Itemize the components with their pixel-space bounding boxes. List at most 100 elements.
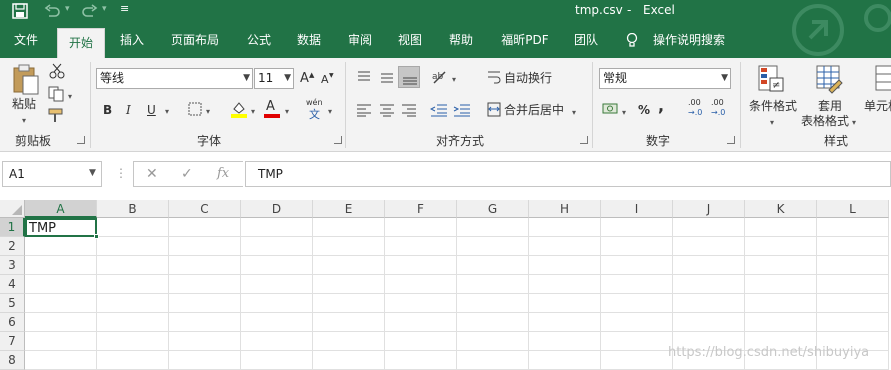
- insert-function-icon[interactable]: fx: [217, 166, 229, 181]
- cell-h5[interactable]: [529, 294, 601, 313]
- cell-g5[interactable]: [457, 294, 529, 313]
- cell-j4[interactable]: [673, 275, 745, 294]
- underline-dropdown-icon[interactable]: ▾: [165, 104, 169, 120]
- tab-help[interactable]: 帮助: [442, 22, 480, 58]
- cell-l5[interactable]: [817, 294, 889, 313]
- cell-styles-button[interactable]: 单元格: [864, 98, 891, 114]
- cell-c1[interactable]: [169, 218, 241, 237]
- font-color-button[interactable]: A: [266, 99, 275, 115]
- tab-team[interactable]: 团队: [567, 22, 605, 58]
- cell-c3[interactable]: [169, 256, 241, 275]
- tab-view[interactable]: 视图: [391, 22, 429, 58]
- save-icon[interactable]: [12, 3, 28, 19]
- cell-a4[interactable]: [25, 275, 97, 294]
- cell-d1[interactable]: [241, 218, 313, 237]
- tab-review[interactable]: 审阅: [341, 22, 379, 58]
- decrease-decimal-button[interactable]: .00 →.0: [711, 98, 731, 120]
- font-name-select[interactable]: 等线 ▼: [96, 68, 253, 89]
- customize-qat-icon[interactable]: ≡: [120, 2, 129, 15]
- cell-f5[interactable]: [385, 294, 457, 313]
- cell-c6[interactable]: [169, 313, 241, 332]
- currency-icon[interactable]: [602, 101, 620, 117]
- cell-a1[interactable]: TMP: [25, 218, 97, 237]
- cell-f4[interactable]: [385, 275, 457, 294]
- cell-c5[interactable]: [169, 294, 241, 313]
- cell-k5[interactable]: [745, 294, 817, 313]
- cell-l1[interactable]: [817, 218, 889, 237]
- align-center-icon[interactable]: [379, 103, 395, 117]
- chevron-down-icon[interactable]: ▼: [89, 168, 96, 178]
- cell-i3[interactable]: [601, 256, 673, 275]
- cell-e1[interactable]: [313, 218, 385, 237]
- cell-a5[interactable]: [25, 294, 97, 313]
- cell-f6[interactable]: [385, 313, 457, 332]
- enter-icon[interactable]: ✓: [181, 166, 193, 182]
- cell-e2[interactable]: [313, 237, 385, 256]
- cell-d5[interactable]: [241, 294, 313, 313]
- wrap-text-button[interactable]: 自动换行: [504, 70, 552, 86]
- format-as-table-dropdown-icon[interactable]: ▾: [852, 115, 856, 131]
- cell-h2[interactable]: [529, 237, 601, 256]
- wrap-text-icon[interactable]: [487, 69, 501, 85]
- currency-dropdown-icon[interactable]: ▾: [622, 105, 626, 121]
- number-format-select[interactable]: 常规 ▼: [599, 68, 731, 89]
- italic-button[interactable]: I: [126, 102, 131, 118]
- cell-h7[interactable]: [529, 332, 601, 351]
- conditional-formatting-button[interactable]: 条件格式: [749, 98, 797, 114]
- cell-f7[interactable]: [385, 332, 457, 351]
- underline-button[interactable]: U: [147, 102, 156, 118]
- align-middle-icon[interactable]: [379, 70, 395, 84]
- align-right-icon[interactable]: [401, 103, 417, 117]
- cell-f1[interactable]: [385, 218, 457, 237]
- phonetic-button[interactable]: 文: [309, 107, 320, 123]
- cell-i2[interactable]: [601, 237, 673, 256]
- cell-h6[interactable]: [529, 313, 601, 332]
- fill-color-icon[interactable]: [230, 100, 248, 118]
- comma-button[interactable]: ,: [658, 98, 664, 114]
- merge-center-button[interactable]: 合并后居中: [504, 102, 564, 118]
- cell-i4[interactable]: [601, 275, 673, 294]
- border-icon[interactable]: [188, 102, 202, 116]
- cell-i7[interactable]: [601, 332, 673, 351]
- cut-icon[interactable]: [48, 63, 66, 79]
- cell-j5[interactable]: [673, 294, 745, 313]
- cell-k4[interactable]: [745, 275, 817, 294]
- percent-button[interactable]: %: [638, 102, 650, 118]
- cell-c2[interactable]: [169, 237, 241, 256]
- number-launcher-icon[interactable]: [727, 136, 735, 144]
- cell-d8[interactable]: [241, 351, 313, 370]
- cell-styles-icon[interactable]: [872, 64, 891, 94]
- cell-d2[interactable]: [241, 237, 313, 256]
- alignment-launcher-icon[interactable]: [580, 136, 588, 144]
- border-dropdown-icon[interactable]: ▾: [206, 104, 210, 120]
- name-box[interactable]: A1 ▼: [2, 161, 102, 187]
- format-painter-icon[interactable]: [48, 108, 66, 124]
- cell-e7[interactable]: [313, 332, 385, 351]
- cell-b7[interactable]: [97, 332, 169, 351]
- cell-b5[interactable]: [97, 294, 169, 313]
- cell-l4[interactable]: [817, 275, 889, 294]
- cell-e8[interactable]: [313, 351, 385, 370]
- tab-insert[interactable]: 插入: [113, 22, 151, 58]
- merge-center-icon[interactable]: [487, 102, 501, 118]
- format-as-table-button[interactable]: 表格格式: [801, 113, 849, 129]
- cell-g2[interactable]: [457, 237, 529, 256]
- align-left-icon[interactable]: [356, 103, 372, 117]
- cell-g3[interactable]: [457, 256, 529, 275]
- cell-a2[interactable]: [25, 237, 97, 256]
- cell-g6[interactable]: [457, 313, 529, 332]
- tell-me-search[interactable]: 操作说明搜索: [648, 22, 730, 58]
- paste-dropdown-icon[interactable]: ▾: [22, 113, 26, 129]
- cell-k1[interactable]: [745, 218, 817, 237]
- cell-l6[interactable]: [817, 313, 889, 332]
- phonetic-top[interactable]: wén: [306, 98, 323, 107]
- paste-icon[interactable]: [12, 64, 40, 96]
- cell-b1[interactable]: [97, 218, 169, 237]
- cell-b8[interactable]: [97, 351, 169, 370]
- cell-f3[interactable]: [385, 256, 457, 275]
- cell-i8[interactable]: [601, 351, 673, 370]
- conditional-formatting-icon[interactable]: ≠: [757, 64, 785, 94]
- cell-i6[interactable]: [601, 313, 673, 332]
- merge-dropdown-icon[interactable]: ▾: [572, 105, 576, 121]
- cell-k2[interactable]: [745, 237, 817, 256]
